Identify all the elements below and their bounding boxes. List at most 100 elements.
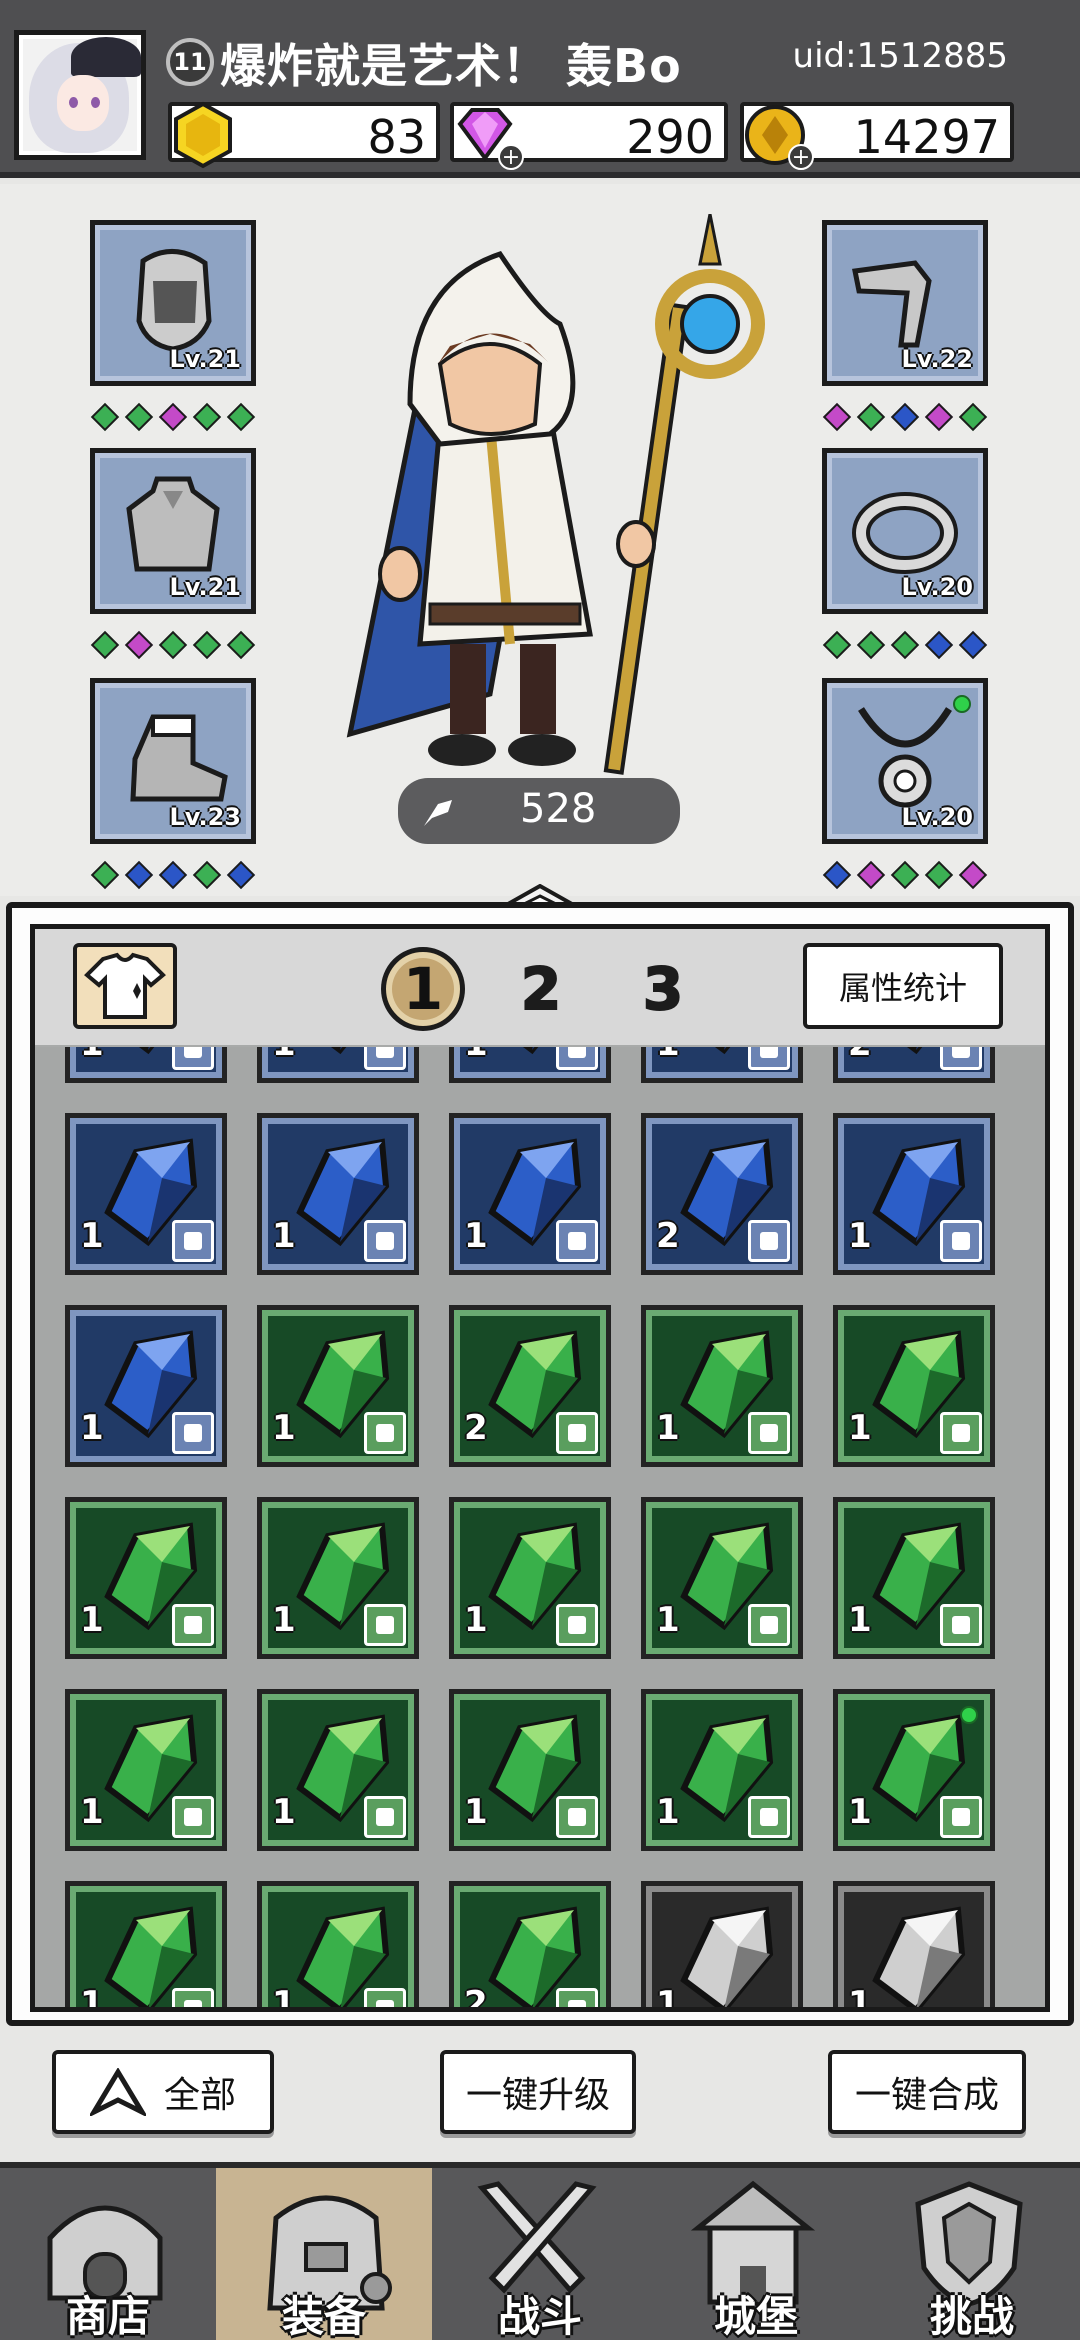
nav-equipment-label: 装备 bbox=[281, 2292, 366, 2340]
inventory-item[interactable]: 1 bbox=[257, 1689, 419, 1851]
slot-type-icon bbox=[556, 1796, 598, 1838]
inventory-item[interactable]: 1 bbox=[257, 1047, 419, 1083]
gem-icon bbox=[192, 630, 222, 660]
gem-icon bbox=[158, 630, 188, 660]
gold-hexagon-icon bbox=[174, 101, 232, 169]
slot-type-icon bbox=[364, 1796, 406, 1838]
inventory-item[interactable]: 1 bbox=[641, 1497, 803, 1659]
inventory-item[interactable]: 1 bbox=[449, 1113, 611, 1275]
tab-loadout-1[interactable]: 1 bbox=[381, 947, 465, 1031]
item-count: 1 bbox=[272, 1792, 296, 1832]
equip-slot-cloak[interactable]: Lv.21 bbox=[90, 448, 256, 614]
gem-row-pipe bbox=[822, 402, 988, 432]
gem-icon bbox=[958, 630, 988, 660]
inventory-item[interactable]: 1 bbox=[65, 1305, 227, 1467]
add-diamond-button[interactable]: + bbox=[498, 144, 524, 170]
item-count: 1 bbox=[272, 1047, 296, 1064]
inventory-item[interactable]: 1 bbox=[65, 1689, 227, 1851]
one-click-upgrade-button[interactable]: 一键升级 bbox=[440, 2050, 636, 2134]
item-count: 1 bbox=[656, 1792, 680, 1832]
equip-level: Lv.21 bbox=[169, 573, 242, 601]
inventory-item[interactable]: 1 bbox=[257, 1305, 419, 1467]
inventory-item[interactable]: 2 bbox=[449, 1881, 611, 2007]
inventory-item[interactable]: 1 bbox=[833, 1305, 995, 1467]
player-avatar[interactable] bbox=[14, 30, 146, 160]
nav-shop[interactable]: 商店 bbox=[0, 2168, 216, 2340]
slot-type-icon bbox=[172, 1988, 214, 2007]
slot-type-icon bbox=[748, 1047, 790, 1070]
equip-slot-boots[interactable]: Lv.23 bbox=[90, 678, 256, 844]
item-count: 2 bbox=[464, 1408, 488, 1448]
gem-icon bbox=[822, 402, 852, 432]
inventory-item[interactable]: 2 bbox=[449, 1305, 611, 1467]
attribute-stats-button[interactable]: 属性统计 bbox=[803, 943, 1003, 1029]
item-count: 1 bbox=[848, 1792, 872, 1832]
tab-loadout-2[interactable]: 2 bbox=[499, 947, 583, 1031]
nav-battle[interactable]: 战斗 bbox=[432, 2168, 648, 2340]
equipment-filter-button[interactable] bbox=[73, 943, 177, 1029]
currency-gold: 83 bbox=[168, 101, 440, 169]
inventory-item[interactable]: 1 bbox=[449, 1689, 611, 1851]
slot-type-icon bbox=[364, 1047, 406, 1070]
inventory-item[interactable]: 1 bbox=[833, 1113, 995, 1275]
item-count: 1 bbox=[848, 1600, 872, 1640]
gem-icon bbox=[192, 402, 222, 432]
inventory-item[interactable]: 1 bbox=[833, 1689, 995, 1851]
item-count: 1 bbox=[80, 1216, 104, 1256]
item-count: 1 bbox=[656, 1600, 680, 1640]
inventory-item[interactable]: 1 bbox=[833, 1881, 995, 2007]
filter-all-button[interactable]: 全部 bbox=[52, 2050, 274, 2134]
inventory-item[interactable]: 1 bbox=[65, 1047, 227, 1083]
slot-type-icon bbox=[172, 1220, 214, 1262]
tab-loadout-3[interactable]: 3 bbox=[621, 947, 705, 1031]
pipe-icon bbox=[852, 260, 932, 348]
one-click-merge-button[interactable]: 一键合成 bbox=[828, 2050, 1026, 2134]
item-count: 1 bbox=[80, 1600, 104, 1640]
gem-icon bbox=[90, 630, 120, 660]
inventory-item[interactable]: 1 bbox=[257, 1113, 419, 1275]
equip-slot-amulet[interactable]: Lv.20 bbox=[822, 678, 988, 844]
inventory-item[interactable]: 1 bbox=[641, 1305, 803, 1467]
item-count: 1 bbox=[80, 1792, 104, 1832]
gem-icon bbox=[856, 860, 886, 890]
inventory-item[interactable]: 1 bbox=[65, 1497, 227, 1659]
combat-power: 528 bbox=[398, 778, 680, 844]
inventory-item[interactable]: 1 bbox=[257, 1881, 419, 2007]
inventory-item[interactable]: 2 bbox=[641, 1113, 803, 1275]
nav-castle[interactable]: 城堡 bbox=[648, 2168, 864, 2340]
slot-type-icon bbox=[364, 1412, 406, 1454]
gem-icon bbox=[226, 402, 256, 432]
hero-character[interactable] bbox=[290, 214, 790, 824]
inventory-item[interactable]: 1 bbox=[449, 1047, 611, 1083]
gem-icon bbox=[124, 860, 154, 890]
inventory-item[interactable]: 1 bbox=[257, 1497, 419, 1659]
equip-slot-pipe[interactable]: Lv.22 bbox=[822, 220, 988, 386]
inventory-grid[interactable]: 1 1 1 1 2 1 1 1 2 1 1 1 2 1 1 1 1 1 1 1 1 1 1 1 1 1 1 2 1 1 bbox=[35, 1047, 1045, 2007]
slot-type-icon bbox=[172, 1604, 214, 1646]
inventory-item[interactable]: 1 bbox=[641, 1047, 803, 1083]
item-count: 1 bbox=[272, 1984, 296, 2007]
gem-icon bbox=[890, 402, 920, 432]
inventory-item[interactable]: 1 bbox=[641, 1689, 803, 1851]
nav-challenge[interactable]: 挑战 bbox=[864, 2168, 1080, 2340]
add-coin-button[interactable]: + bbox=[788, 144, 814, 170]
equip-slot-ring[interactable]: Lv.20 bbox=[822, 448, 988, 614]
gem-row-ring bbox=[822, 630, 988, 660]
inventory-item[interactable]: 1 bbox=[641, 1881, 803, 2007]
player-name: 爆炸就是艺术！ 轰Bo bbox=[220, 39, 682, 93]
item-count: 1 bbox=[80, 1047, 104, 1064]
inventory-item[interactable]: 1 bbox=[65, 1881, 227, 2007]
nav-equipment[interactable]: 装备 bbox=[216, 2168, 432, 2340]
inventory-item[interactable]: 1 bbox=[833, 1497, 995, 1659]
triangle-icon bbox=[89, 2068, 146, 2116]
inventory-item[interactable]: 1 bbox=[65, 1113, 227, 1275]
inventory-item[interactable]: 2 bbox=[833, 1047, 995, 1083]
slot-type-icon bbox=[556, 1988, 598, 2007]
equip-level: Lv.20 bbox=[901, 803, 974, 831]
inventory-item[interactable]: 1 bbox=[449, 1497, 611, 1659]
notification-dot bbox=[960, 1706, 978, 1724]
gem-icon bbox=[856, 402, 886, 432]
equip-slot-helmet[interactable]: Lv.21 bbox=[90, 220, 256, 386]
item-count: 1 bbox=[848, 1408, 872, 1448]
slot-type-icon bbox=[172, 1047, 214, 1070]
